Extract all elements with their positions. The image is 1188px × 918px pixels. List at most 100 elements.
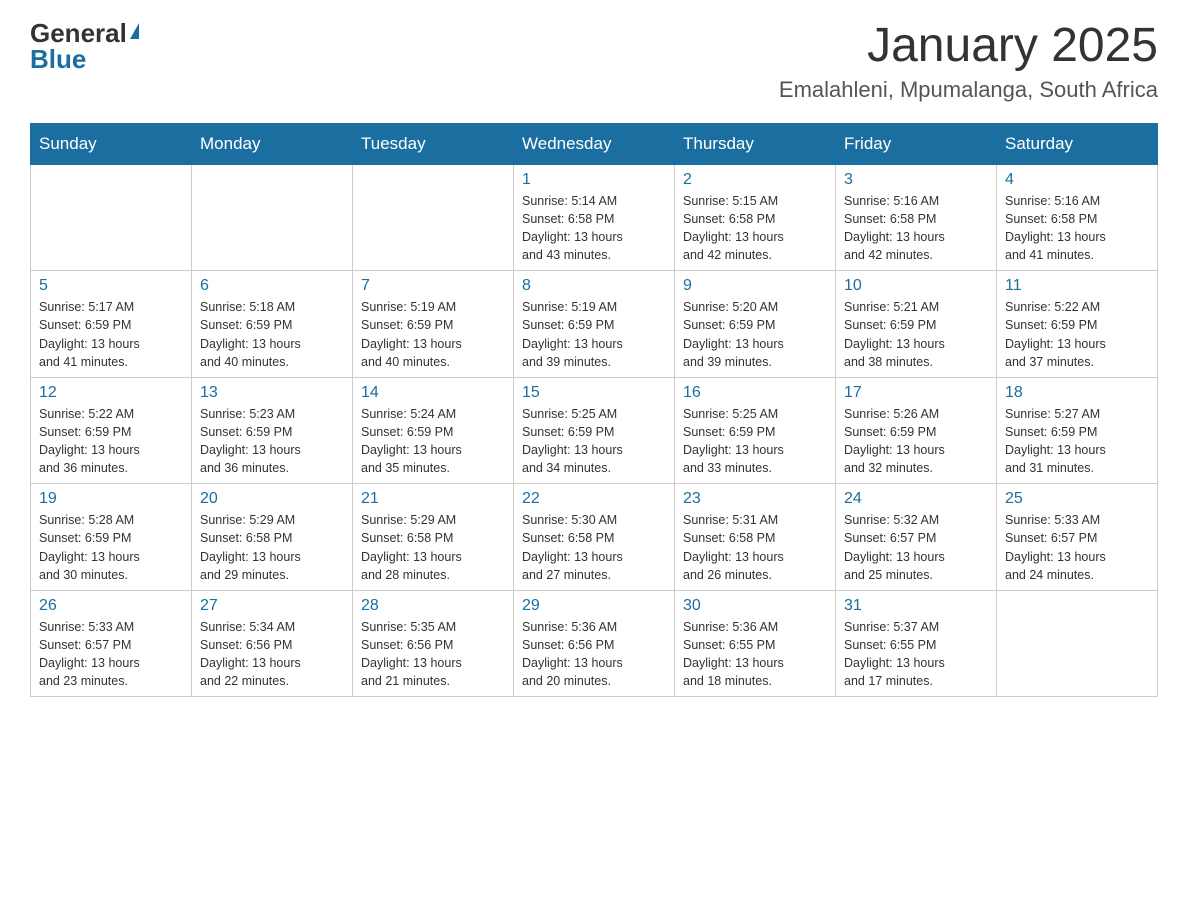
calendar-header-row: SundayMondayTuesdayWednesdayThursdayFrid… [31,123,1158,164]
day-number: 11 [1005,277,1149,295]
page-header: General Blue January 2025 Emalahleni, Mp… [30,20,1158,103]
calendar-cell [997,590,1158,697]
day-number: 27 [200,597,344,615]
calendar-cell: 14Sunrise: 5:24 AMSunset: 6:59 PMDayligh… [353,377,514,484]
day-number: 5 [39,277,183,295]
day-info: Sunrise: 5:25 AMSunset: 6:59 PMDaylight:… [683,405,827,478]
calendar-cell: 24 Sunrise: 5:32 AMSunset: 6:57 PMDayligh… [836,484,997,591]
month-title: January 2025 [779,20,1158,73]
calendar-cell: 23Sunrise: 5:31 AMSunset: 6:58 PMDayligh… [675,484,836,591]
day-number: 4 [1005,171,1149,189]
day-info: Sunrise: 5:32 AMSunset: 6:57 PMDaylight:… [844,511,988,584]
calendar-cell: 3 Sunrise: 5:16 AMSunset: 6:58 PMDaylight… [836,164,997,271]
day-number: 16 [683,384,827,402]
calendar-cell: 8 Sunrise: 5:19 AMSunset: 6:59 PMDaylight… [514,271,675,378]
day-info: Sunrise: 5:19 AMSunset: 6:59 PMDaylight:… [361,298,505,371]
day-number: 3 [844,171,988,189]
calendar-cell: 10 Sunrise: 5:21 AMSunset: 6:59 PMDayligh… [836,271,997,378]
calendar-table: SundayMondayTuesdayWednesdayThursdayFrid… [30,123,1158,698]
calendar-week-row: 12 Sunrise: 5:22 AMSunset: 6:59 PMDayligh… [31,377,1158,484]
day-info: Sunrise: 5:22 AMSunset: 6:59 PMDaylight:… [1005,298,1149,371]
day-number: 1 [522,171,666,189]
day-info: Sunrise: 5:20 AMSunset: 6:59 PMDaylight:… [683,298,827,371]
day-info: Sunrise: 5:16 AMSunset: 6:58 PMDaylight:… [1005,192,1149,265]
day-number: 15 [522,384,666,402]
calendar-cell: 18Sunrise: 5:27 AMSunset: 6:59 PMDayligh… [997,377,1158,484]
day-number: 13 [200,384,344,402]
weekday-header-tuesday: Tuesday [353,123,514,164]
weekday-header-wednesday: Wednesday [514,123,675,164]
day-info: Sunrise: 5:22 AMSunset: 6:59 PMDaylight:… [39,405,183,478]
calendar-cell: 22 Sunrise: 5:30 AMSunset: 6:58 PMDayligh… [514,484,675,591]
calendar-week-row: 19Sunrise: 5:28 AMSunset: 6:59 PMDayligh… [31,484,1158,591]
calendar-cell: 4 Sunrise: 5:16 AMSunset: 6:58 PMDaylight… [997,164,1158,271]
calendar-week-row: 1 Sunrise: 5:14 AMSunset: 6:58 PMDaylight… [31,164,1158,271]
day-info: Sunrise: 5:34 AMSunset: 6:56 PMDaylight:… [200,618,344,691]
day-info: Sunrise: 5:16 AMSunset: 6:58 PMDaylight:… [844,192,988,265]
calendar-cell: 16 Sunrise: 5:25 AMSunset: 6:59 PMDayligh… [675,377,836,484]
day-info: Sunrise: 5:33 AMSunset: 6:57 PMDaylight:… [39,618,183,691]
day-number: 10 [844,277,988,295]
calendar-cell [192,164,353,271]
calendar-cell: 7 Sunrise: 5:19 AMSunset: 6:59 PMDaylight… [353,271,514,378]
day-number: 21 [361,490,505,508]
calendar-cell: 17Sunrise: 5:26 AMSunset: 6:59 PMDayligh… [836,377,997,484]
calendar-cell: 25 Sunrise: 5:33 AMSunset: 6:57 PMDayligh… [997,484,1158,591]
calendar-week-row: 5 Sunrise: 5:17 AMSunset: 6:59 PMDaylight… [31,271,1158,378]
day-number: 25 [1005,490,1149,508]
day-info: Sunrise: 5:18 AMSunset: 6:59 PMDaylight:… [200,298,344,371]
day-info: Sunrise: 5:36 AMSunset: 6:55 PMDaylight:… [683,618,827,691]
day-info: Sunrise: 5:28 AMSunset: 6:59 PMDaylight:… [39,511,183,584]
day-number: 30 [683,597,827,615]
logo-triangle-icon [130,23,139,39]
day-info: Sunrise: 5:25 AMSunset: 6:59 PMDaylight:… [522,405,666,478]
logo-general: General [30,20,127,46]
day-info: Sunrise: 5:35 AMSunset: 6:56 PMDaylight:… [361,618,505,691]
calendar-cell: 28 Sunrise: 5:35 AMSunset: 6:56 PMDayligh… [353,590,514,697]
calendar-cell: 6Sunrise: 5:18 AMSunset: 6:59 PMDaylight… [192,271,353,378]
weekday-header-friday: Friday [836,123,997,164]
day-number: 8 [522,277,666,295]
calendar-cell [31,164,192,271]
day-info: Sunrise: 5:14 AMSunset: 6:58 PMDaylight:… [522,192,666,265]
logo: General Blue [30,20,139,72]
calendar-cell: 27 Sunrise: 5:34 AMSunset: 6:56 PMDayligh… [192,590,353,697]
location-label: Emalahleni, Mpumalanga, South Africa [779,77,1158,103]
logo-blue: Blue [30,46,139,72]
day-info: Sunrise: 5:19 AMSunset: 6:59 PMDaylight:… [522,298,666,371]
day-info: Sunrise: 5:36 AMSunset: 6:56 PMDaylight:… [522,618,666,691]
day-info: Sunrise: 5:21 AMSunset: 6:59 PMDaylight:… [844,298,988,371]
title-section: January 2025 Emalahleni, Mpumalanga, Sou… [779,20,1158,103]
day-number: 29 [522,597,666,615]
day-info: Sunrise: 5:29 AMSunset: 6:58 PMDaylight:… [361,511,505,584]
day-number: 9 [683,277,827,295]
day-info: Sunrise: 5:31 AMSunset: 6:58 PMDaylight:… [683,511,827,584]
calendar-cell: 30 Sunrise: 5:36 AMSunset: 6:55 PMDayligh… [675,590,836,697]
weekday-header-monday: Monday [192,123,353,164]
calendar-cell: 26 Sunrise: 5:33 AMSunset: 6:57 PMDayligh… [31,590,192,697]
day-info: Sunrise: 5:29 AMSunset: 6:58 PMDaylight:… [200,511,344,584]
day-number: 14 [361,384,505,402]
day-info: Sunrise: 5:33 AMSunset: 6:57 PMDaylight:… [1005,511,1149,584]
calendar-cell: 21 Sunrise: 5:29 AMSunset: 6:58 PMDayligh… [353,484,514,591]
day-number: 24 [844,490,988,508]
day-info: Sunrise: 5:30 AMSunset: 6:58 PMDaylight:… [522,511,666,584]
calendar-cell [353,164,514,271]
calendar-cell: 2Sunrise: 5:15 AMSunset: 6:58 PMDaylight… [675,164,836,271]
logo-text: General Blue [30,20,139,72]
weekday-header-sunday: Sunday [31,123,192,164]
calendar-week-row: 26 Sunrise: 5:33 AMSunset: 6:57 PMDayligh… [31,590,1158,697]
day-number: 26 [39,597,183,615]
day-info: Sunrise: 5:27 AMSunset: 6:59 PMDaylight:… [1005,405,1149,478]
day-number: 17 [844,384,988,402]
weekday-header-saturday: Saturday [997,123,1158,164]
calendar-cell: 13Sunrise: 5:23 AMSunset: 6:59 PMDayligh… [192,377,353,484]
calendar-cell: 29 Sunrise: 5:36 AMSunset: 6:56 PMDayligh… [514,590,675,697]
day-info: Sunrise: 5:17 AMSunset: 6:59 PMDaylight:… [39,298,183,371]
day-number: 22 [522,490,666,508]
day-number: 7 [361,277,505,295]
weekday-header-thursday: Thursday [675,123,836,164]
day-number: 28 [361,597,505,615]
calendar-cell: 20Sunrise: 5:29 AMSunset: 6:58 PMDayligh… [192,484,353,591]
day-number: 12 [39,384,183,402]
